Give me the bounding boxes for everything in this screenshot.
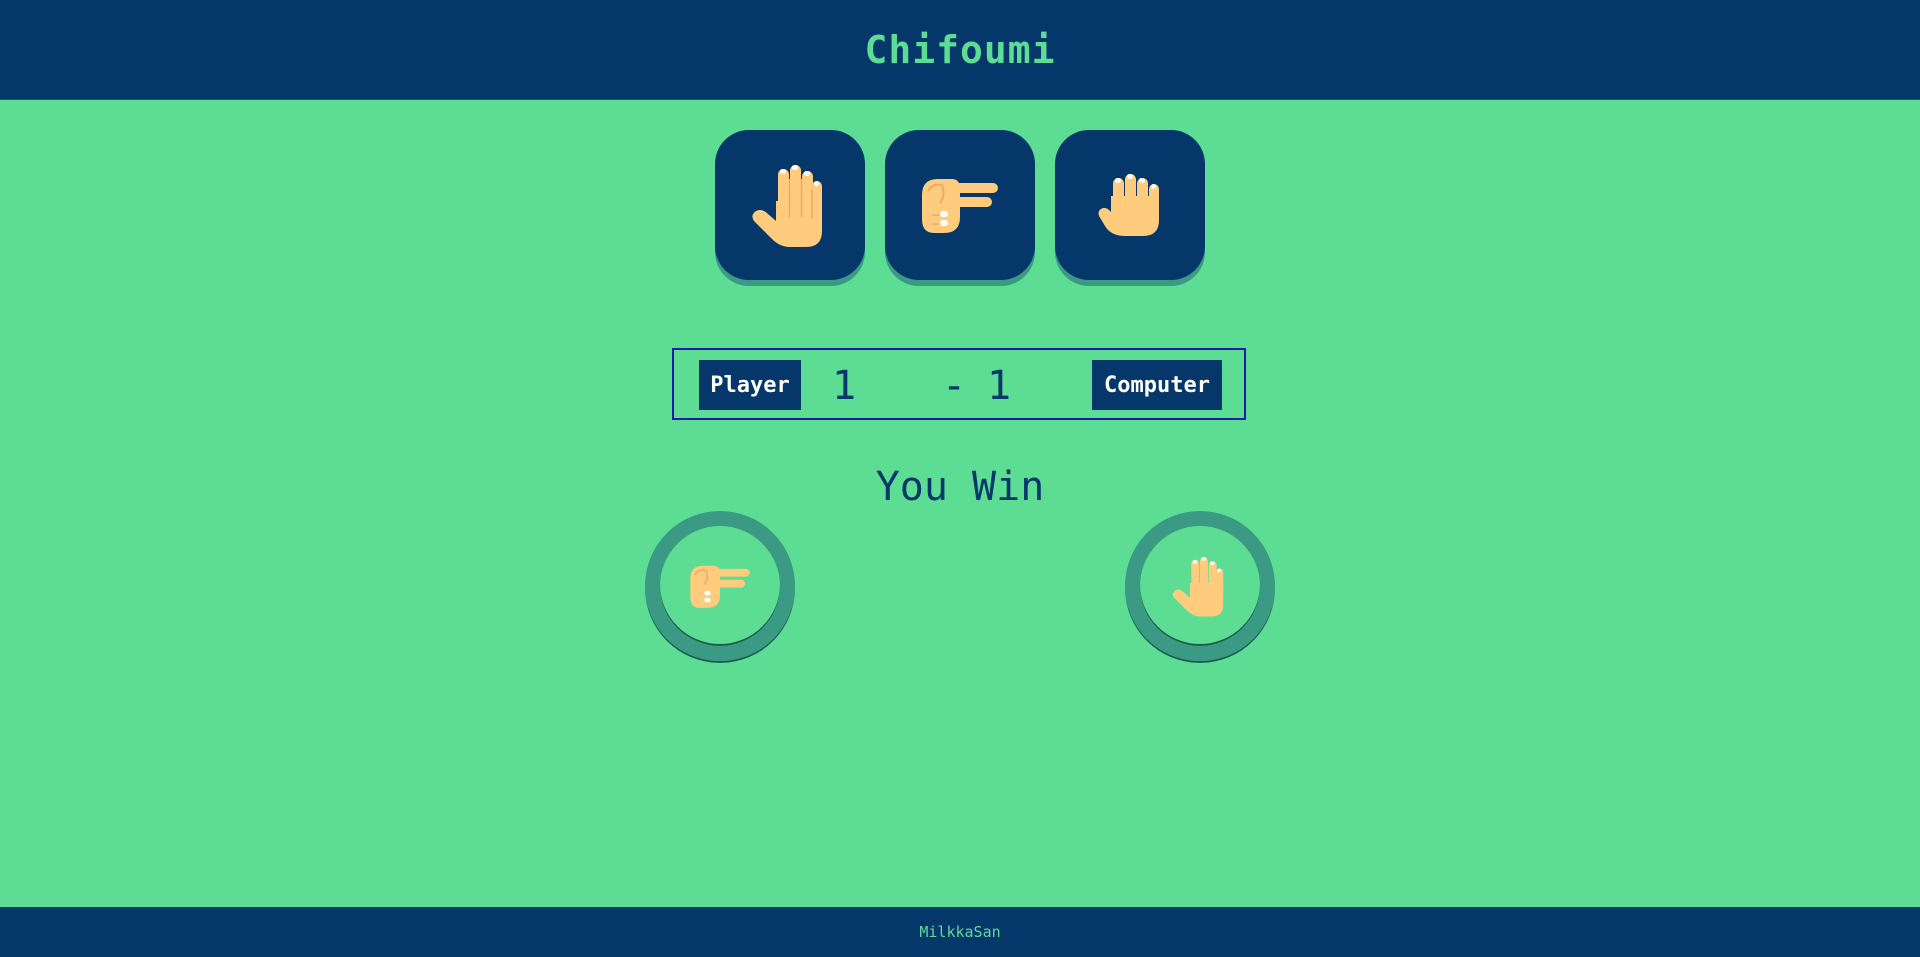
choice-buttons	[0, 130, 1920, 280]
rock-button[interactable]	[1055, 130, 1205, 280]
rock-fist-icon	[1098, 174, 1159, 236]
footer: MilkkaSan	[0, 907, 1920, 957]
computer-pick	[1125, 511, 1275, 661]
computer-score: 1	[986, 363, 1012, 409]
player-score: 1	[831, 363, 857, 409]
scissors-button[interactable]	[885, 130, 1035, 280]
computer-label: Computer	[1092, 360, 1222, 410]
player-pick	[645, 511, 795, 661]
player-label: Player	[699, 360, 801, 410]
paper-button[interactable]	[715, 130, 865, 280]
header: Chifoumi	[0, 0, 1920, 100]
footer-credit: MilkkaSan	[919, 923, 1001, 941]
paper-hand-icon	[1172, 557, 1224, 617]
result-message: You Win	[875, 464, 1045, 510]
scissors-hand-icon	[690, 565, 750, 608]
scissors-hand-icon	[922, 179, 998, 233]
page-title: Chifoumi	[864, 27, 1056, 72]
scoreboard: Player 1 - 1 Computer	[672, 348, 1246, 420]
paper-hand-icon	[752, 165, 822, 247]
